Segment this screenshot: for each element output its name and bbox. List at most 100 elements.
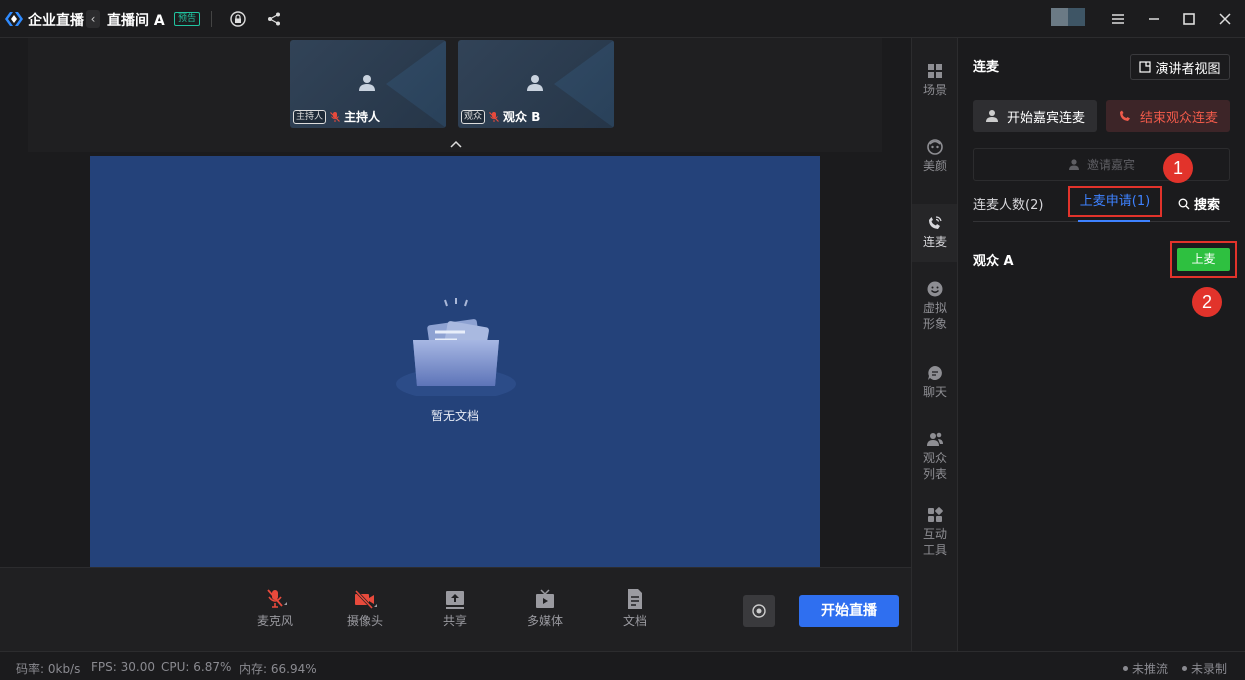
tab-label: 连麦 xyxy=(922,235,947,249)
empty-document-text: 暂无文档 xyxy=(430,409,479,423)
mic-off-icon xyxy=(489,111,499,122)
users-icon xyxy=(927,432,943,446)
phone-icon xyxy=(1119,110,1130,121)
tool-label: 麦克风 xyxy=(256,614,293,628)
search-icon xyxy=(1178,198,1190,209)
preview-badge: 预告 xyxy=(174,12,201,26)
stage-area: 主持人 主持人 观众 观众 B 暂无文档 xyxy=(0,38,911,567)
search-label: 搜索 xyxy=(1194,198,1221,213)
bitrate-stat: 码率: 0kb/s xyxy=(16,662,81,676)
mic-off-icon xyxy=(330,111,340,122)
microphone-button[interactable]: 麦克风 xyxy=(250,588,300,629)
push-status-text: 未推流 xyxy=(1132,662,1169,676)
chat-icon xyxy=(928,366,942,380)
app-name: 企业直播 xyxy=(28,13,84,29)
maximize-icon[interactable] xyxy=(1178,8,1200,30)
tab-label: 美颜 xyxy=(922,159,947,173)
tab-label-line2: 列表 xyxy=(922,467,947,481)
close-icon[interactable] xyxy=(1214,8,1236,30)
tab-avatar[interactable]: 虚拟 形象 xyxy=(912,280,958,332)
title-bar: 企业直播 ‹ 直播间 A 预告 xyxy=(0,0,1245,38)
presenter-view-icon xyxy=(1139,61,1152,73)
guest-user-icon xyxy=(985,110,998,122)
tab-interactive-tools[interactable]: 互动 工具 xyxy=(912,506,958,558)
end-audience-connect-button[interactable]: 结束观众连麦 xyxy=(1106,100,1230,132)
tab-label: 聊天 xyxy=(922,385,947,399)
tab-scene[interactable]: 场景 xyxy=(912,62,958,98)
document-icon xyxy=(628,589,642,609)
user-placeholder-icon xyxy=(527,75,543,91)
grid-icon xyxy=(928,64,942,78)
tool-label: 文档 xyxy=(622,614,647,628)
role-tag: 主持人 xyxy=(293,109,327,124)
tool-label: 多媒体 xyxy=(526,614,563,628)
presenter-view-label: 演讲者视图 xyxy=(1155,61,1221,77)
tv-icon xyxy=(536,589,554,608)
camera-off-icon xyxy=(354,589,377,610)
smiley-icon xyxy=(927,281,943,297)
annotation-marker-1: 1 xyxy=(1163,153,1193,183)
side-tab-bar: 场景 美颜 连麦 虚拟 形象 聊天 观众 列表 互动 工具 xyxy=(911,38,958,651)
multimedia-button[interactable]: 多媒体 xyxy=(520,588,570,629)
tab-label-line2: 工具 xyxy=(922,543,947,557)
minimize-icon[interactable] xyxy=(1143,8,1165,30)
invite-guest-label: 邀请嘉宾 xyxy=(1086,158,1135,172)
status-dot xyxy=(1182,666,1187,671)
share-screen-icon xyxy=(446,591,464,609)
start-guest-connect-button[interactable]: 开始嘉宾连麦 xyxy=(973,100,1097,132)
tab-label-line1: 观众 xyxy=(922,451,947,465)
document-button[interactable]: 文档 xyxy=(610,588,660,629)
tool-label: 共享 xyxy=(442,614,467,628)
chevron-up-icon[interactable] xyxy=(449,139,463,149)
annotation-marker-2: 2 xyxy=(1192,287,1222,317)
start-live-button[interactable]: 开始直播 xyxy=(799,595,899,627)
tab-label: 场景 xyxy=(922,83,947,97)
participant-name: 主持人 xyxy=(344,110,381,124)
tab-label-line1: 虚拟 xyxy=(922,301,947,315)
thumbnail-host[interactable]: 主持人 主持人 xyxy=(290,40,446,128)
document-canvas: 暂无文档 xyxy=(90,156,820,567)
share-screen-button[interactable]: 共享 xyxy=(430,588,480,629)
user-avatar[interactable] xyxy=(1051,8,1085,26)
tab-label-line2: 形象 xyxy=(922,317,947,331)
mic-off-icon xyxy=(267,589,287,608)
bottom-toolbar: 麦克风 摄像头 共享 多媒体 文档 开始直播 xyxy=(0,567,911,651)
end-audience-label: 结束观众连麦 xyxy=(1139,110,1218,126)
tab-connect[interactable]: 连麦 xyxy=(912,204,958,262)
collapse-button[interactable]: ‹ xyxy=(86,10,100,28)
approve-up-button[interactable]: 上麦 xyxy=(1177,248,1230,271)
search-button[interactable]: 搜索 xyxy=(1178,194,1220,213)
invite-user-icon xyxy=(1068,159,1079,170)
guest-connect-label: 开始嘉宾连麦 xyxy=(1006,110,1085,126)
status-dot xyxy=(1123,666,1128,671)
app-logo-icon xyxy=(5,12,23,26)
tab-apply-requests[interactable]: 上麦申请(1) xyxy=(1068,186,1162,217)
room-name: 直播间 A xyxy=(107,13,165,29)
tab-chat[interactable]: 聊天 xyxy=(912,364,958,400)
menu-icon[interactable] xyxy=(1107,8,1129,30)
connect-tabs: 连麦人数(2) 上麦申请(1) 搜索 xyxy=(973,186,1230,222)
push-status: 未推流 xyxy=(1123,660,1168,677)
record-button[interactable] xyxy=(743,595,775,627)
panel-title: 连麦 xyxy=(973,60,1000,75)
status-bar: 码率: 0kb/s FPS: 30.00 CPU: 6.87% 内存: 66.9… xyxy=(0,651,1245,680)
lock-icon[interactable] xyxy=(230,11,246,27)
thumbnail-audience[interactable]: 观众 观众 B xyxy=(458,40,614,128)
thumbnail-label: 主持人 主持人 xyxy=(293,108,380,125)
camera-button[interactable]: 摄像头 xyxy=(340,588,390,629)
cpu-stat: CPU: 6.87% xyxy=(161,660,232,674)
record-status-text: 未录制 xyxy=(1191,662,1228,676)
share-icon[interactable] xyxy=(266,11,282,27)
presenter-view-button[interactable]: 演讲者视图 xyxy=(1130,54,1230,80)
apps-icon xyxy=(928,507,943,522)
empty-folder-icon xyxy=(396,298,516,396)
tab-beauty[interactable]: 美颜 xyxy=(912,138,958,174)
participant-name: 观众 B xyxy=(503,110,541,124)
phone-wave-icon xyxy=(929,216,942,229)
memory-stat: 内存: 66.94% xyxy=(239,662,317,676)
tab-audience-list[interactable]: 观众 列表 xyxy=(912,430,958,482)
user-placeholder-icon xyxy=(359,75,375,91)
tool-label: 摄像头 xyxy=(346,614,383,628)
face-icon xyxy=(927,139,943,155)
tab-connected-count[interactable]: 连麦人数(2) xyxy=(973,194,1043,213)
